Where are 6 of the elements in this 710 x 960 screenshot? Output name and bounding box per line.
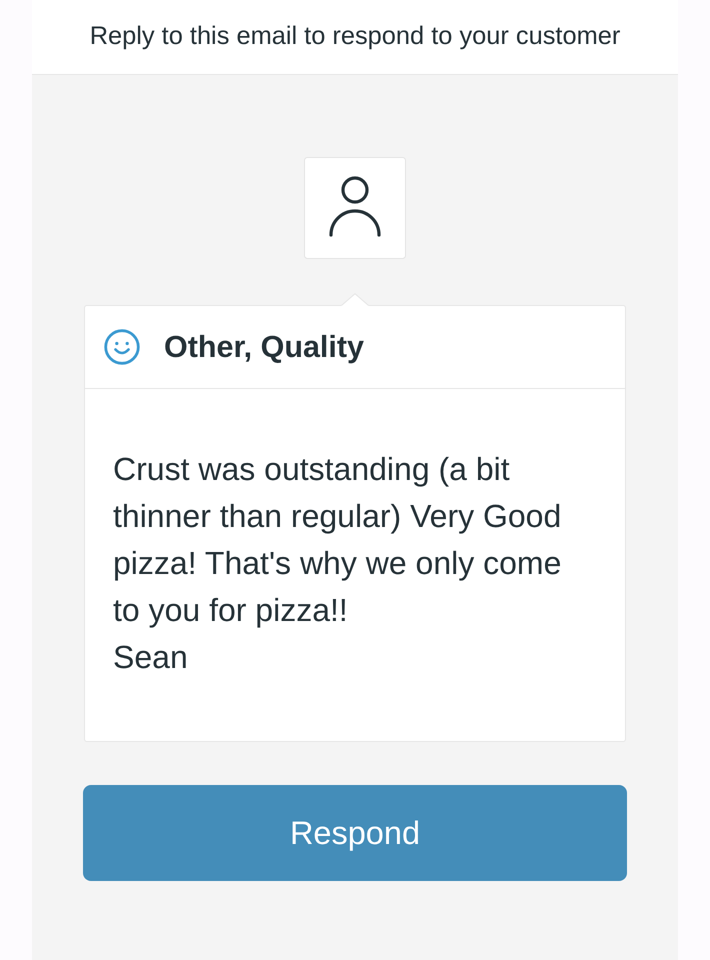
respond-button[interactable]: Respond: [83, 785, 627, 881]
feedback-message: Crust was outstanding (a bit thinner than regular) Very Good pizza! That's why we only come to you for pizza!! Sean: [112, 450, 562, 677]
header-text: Reply to this email to respond to your customer: [90, 22, 620, 50]
smiley-icon: [104, 329, 140, 365]
person-icon: [304, 157, 406, 259]
category-title: Other, Quality: [164, 330, 364, 364]
